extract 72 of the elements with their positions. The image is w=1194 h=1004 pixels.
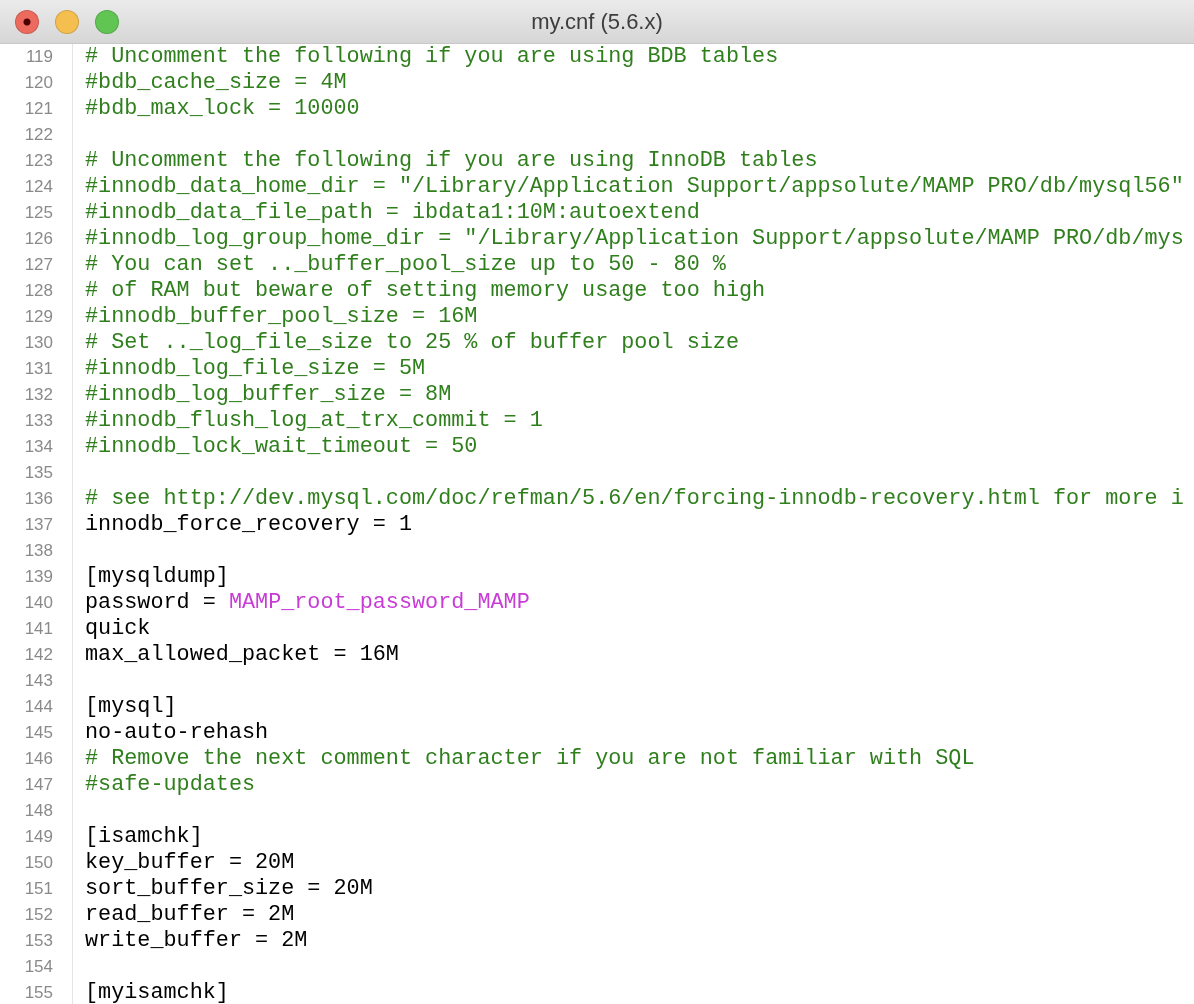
code-line: [mysqldump]	[85, 564, 229, 589]
line-number: 126	[24, 228, 53, 250]
zoom-button[interactable]	[95, 9, 119, 34]
line-number: 148	[24, 800, 53, 822]
line-number: 151	[24, 878, 53, 900]
code-line: # Remove the next comment character if you are not familiar with SQL	[85, 746, 975, 771]
line-number: 131	[24, 358, 53, 380]
line-number: 125	[24, 202, 53, 224]
code-line: sort_buffer_size = 20M	[85, 876, 373, 901]
code-line: #innodb_data_home_dir = "/Library/Application Support/appsolute/MAMP PRO/db/mysql56"	[85, 174, 1184, 199]
line-number: 144	[24, 696, 53, 718]
line-number: 143	[24, 670, 53, 692]
code-line: #innodb_data_file_path = ibdata1:10M:autoextend	[85, 200, 700, 225]
line-number: 119	[25, 46, 53, 68]
code-line: [mysql]	[85, 694, 177, 719]
line-number: 120	[24, 72, 53, 94]
window-title: my.cnf (5.6.x)	[531, 8, 663, 34]
code-line: # Uncomment the following if you are using BDB tables	[85, 44, 779, 69]
minimize-button[interactable]	[55, 9, 79, 34]
line-number: 124	[24, 176, 53, 198]
code-line: key_buffer = 20M	[85, 850, 295, 875]
line-number: 123	[24, 150, 53, 172]
line-number: 136	[24, 488, 53, 510]
line-number: 146	[24, 748, 53, 770]
code-line: password = MAMP_root_password_MAMP	[85, 590, 530, 615]
line-number: 132	[24, 384, 53, 406]
code-line: read_buffer = 2M	[85, 902, 295, 927]
code-line: #innodb_log_buffer_size = 8M	[85, 382, 452, 407]
line-number: 121	[24, 98, 53, 120]
code-line: #bdb_max_lock = 10000	[85, 96, 360, 121]
code-line: innodb_force_recovery = 1	[85, 512, 412, 537]
line-number: 130	[24, 332, 53, 354]
line-number: 140	[24, 592, 53, 614]
line-number: 147	[24, 774, 53, 796]
code-line: # You can set .._buffer_pool_size up to 50 - 80 %	[85, 252, 726, 277]
line-number: 122	[24, 124, 53, 146]
line-number: 155	[24, 982, 53, 1004]
line-number: 128	[24, 280, 53, 302]
line-number: 141	[24, 618, 53, 640]
code-line: # Uncomment the following if you are using InnoDB tables	[85, 148, 818, 173]
code-line: # of RAM but beware of setting memory usage too high	[85, 278, 766, 303]
line-number: 135	[24, 462, 53, 484]
code-line: max_allowed_packet = 16M	[85, 642, 399, 667]
line-number: 154	[24, 956, 53, 978]
line-number: 149	[24, 826, 53, 848]
code-line: [isamchk]	[85, 824, 203, 849]
line-number: 134	[24, 436, 53, 458]
line-number: 139	[24, 566, 53, 588]
line-number: 127	[24, 254, 53, 276]
code-line: [myisamchk]	[85, 980, 229, 1004]
line-number: 150	[24, 852, 53, 874]
code-line: #innodb_lock_wait_timeout = 50	[85, 434, 478, 459]
code-line: #innodb_buffer_pool_size = 16M	[85, 304, 478, 329]
code-line: # see http://dev.mysql.com/doc/refman/5.6/en/forcing-innodb-recovery.html for more i	[85, 486, 1184, 511]
code-line: #bdb_cache_size = 4M	[85, 70, 347, 95]
line-number: 129	[24, 306, 53, 328]
code-line: quick	[85, 616, 151, 641]
code-line: #innodb_flush_log_at_trx_commit = 1	[85, 408, 543, 433]
line-number: 153	[24, 930, 53, 952]
code-line: #innodb_log_file_size = 5M	[85, 356, 426, 381]
code-line: no-auto-rehash	[85, 720, 269, 745]
close-button[interactable]	[15, 9, 39, 34]
line-number: 138	[24, 540, 53, 562]
line-number: 137	[24, 514, 53, 536]
code-line: write_buffer = 2M	[85, 928, 308, 953]
line-number: 152	[24, 904, 53, 926]
code-line: #innodb_log_group_home_dir = "/Library/Application Support/appsolute/MAMP PRO/db/mys	[85, 226, 1184, 251]
code-line: #safe-updates	[85, 772, 256, 797]
line-number: 145	[24, 722, 53, 744]
line-number: 133	[24, 410, 53, 432]
line-number: 142	[24, 644, 53, 666]
code-line: # Set .._log_file_size to 25 % of buffer pool size	[85, 330, 739, 355]
